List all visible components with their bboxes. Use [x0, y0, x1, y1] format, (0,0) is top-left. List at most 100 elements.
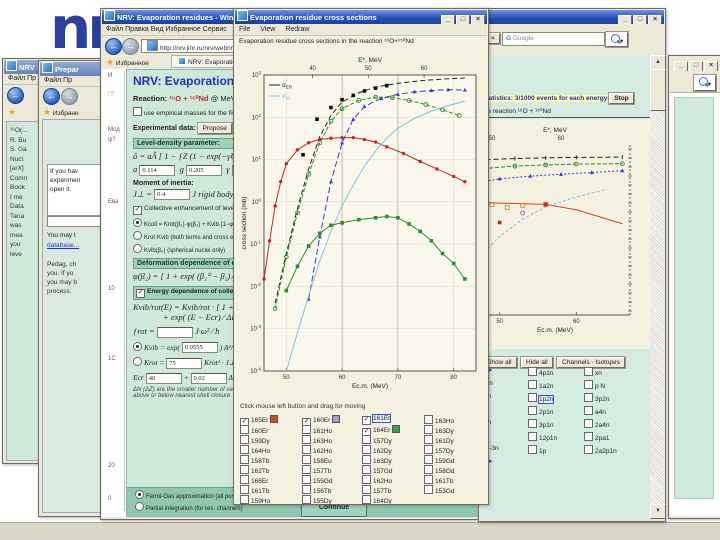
empirical-masses-checkbox[interactable]	[133, 107, 142, 116]
isotope-checkbox[interactable]	[240, 485, 249, 494]
stop-button[interactable]: Stop	[608, 92, 635, 105]
minimize-button[interactable]: _	[674, 61, 688, 71]
back-button[interactable]: ←	[105, 38, 122, 55]
channel-checkbox[interactable]	[584, 419, 593, 428]
isotope-checkbox[interactable]	[362, 455, 371, 464]
isotope-item[interactable]: 162Dy	[362, 445, 392, 455]
search-input[interactable]: G Google	[502, 32, 605, 46]
isotope-item[interactable]: 156Tb	[302, 485, 331, 495]
channel-item[interactable]: 2p1n	[528, 406, 553, 416]
window-titlebar[interactable]: Evaporation residue cross sections _ □ ×	[235, 10, 487, 24]
channel-item[interactable]: 2a4n	[584, 419, 609, 429]
isotope-checkbox[interactable]	[424, 415, 433, 424]
param-a-input[interactable]: 0.114	[139, 164, 176, 176]
isotope-item[interactable]: 158Eu	[302, 455, 332, 465]
back-button[interactable]: ←	[43, 88, 60, 105]
isotope-item[interactable]: 163Ho	[302, 435, 332, 445]
scrollbar-thumb[interactable]	[650, 69, 666, 111]
isotope-item[interactable]: 166Er	[240, 475, 268, 485]
isotope-item[interactable]: 159Ho	[240, 495, 270, 505]
isotope-item[interactable]: 160Er	[240, 425, 268, 435]
isotope-checkbox[interactable]	[302, 495, 311, 504]
isotope-item[interactable]: 161Tb	[240, 485, 269, 495]
isotope-checkbox[interactable]	[424, 435, 433, 444]
isotope-item[interactable]: 164Ho	[240, 445, 270, 455]
maximize-button[interactable]: □	[456, 15, 470, 24]
channel-checkbox[interactable]	[528, 419, 537, 428]
isotope-checkbox[interactable]	[424, 485, 433, 494]
favorites-bar[interactable]: ★ Избранное	[106, 57, 149, 68]
isotope-item[interactable]: 159Dy	[240, 435, 270, 445]
isotope-item[interactable]: 163Dy	[362, 455, 392, 465]
window-titlebar[interactable]: _ □ ×	[480, 10, 664, 24]
param-g-input[interactable]: 0.205	[186, 164, 222, 176]
minimize-button[interactable]: _	[441, 15, 455, 24]
isotope-checkbox[interactable]	[362, 475, 371, 484]
kcoll-radio-1[interactable]	[133, 218, 142, 228]
frot-input[interactable]	[156, 326, 193, 338]
isotope-checkbox[interactable]	[302, 475, 311, 484]
isotope-item[interactable]: 158Tb	[240, 455, 269, 465]
isotope-checkbox[interactable]	[302, 435, 311, 444]
isotope-checkbox[interactable]	[362, 485, 371, 494]
isotope-item[interactable]: 161Ho	[302, 425, 332, 435]
isotope-checkbox[interactable]	[240, 495, 249, 504]
kcoll-radio-3[interactable]	[133, 244, 142, 254]
isotope-checkbox[interactable]	[302, 445, 311, 454]
isotope-checkbox[interactable]	[302, 455, 311, 464]
isotope-checkbox[interactable]	[240, 435, 249, 444]
channel-item[interactable]: xn	[584, 367, 602, 377]
isotope-checkbox[interactable]	[240, 445, 249, 454]
window-titlebar[interactable]: _ □ ×	[670, 57, 720, 71]
maximize-button[interactable]: □	[633, 15, 647, 24]
krot-input[interactable]: 75	[166, 358, 203, 370]
channel-checkbox[interactable]	[528, 367, 537, 376]
ecr-input-2[interactable]: 0.02	[190, 373, 227, 385]
isotope-checkbox[interactable]	[240, 425, 249, 434]
isotope-item[interactable]: 162Ho	[302, 445, 332, 455]
krot-radio[interactable]	[133, 357, 142, 367]
kvib-radio[interactable]	[133, 341, 142, 351]
isotope-item[interactable]: 153Gd	[424, 485, 455, 495]
favorites-star-icon[interactable]: ★	[8, 107, 16, 118]
isotope-item[interactable]: 163Dy	[424, 425, 454, 435]
isotope-item[interactable]: 163Ho	[424, 415, 454, 425]
isotope-item[interactable]: 158Gd	[424, 465, 455, 475]
isotope-checkbox[interactable]	[362, 465, 371, 474]
favorites-bar[interactable]: ★ Избранн	[43, 107, 79, 118]
menu-item-redraw[interactable]: Redraw	[285, 26, 309, 33]
isotope-item[interactable]: 162Tb	[240, 465, 269, 475]
channel-checkbox[interactable]	[528, 406, 537, 415]
channel-checkbox[interactable]	[584, 406, 593, 415]
propose-button[interactable]: Propose	[196, 122, 233, 135]
statistics-chart[interactable]: 4550605060E*, MeVEc.m. (MeV)	[480, 119, 650, 349]
vertical-scrollbar[interactable]: ▲ ▼	[650, 55, 666, 519]
isotope-checkbox[interactable]	[424, 465, 433, 474]
isotope-checkbox[interactable]	[240, 465, 249, 474]
energy-dependence-checkbox[interactable]: ✓	[136, 289, 145, 299]
database-link[interactable]: database...	[47, 242, 79, 249]
forward-button[interactable]: →	[61, 88, 78, 105]
kcoll-radio-2[interactable]	[133, 231, 142, 241]
isotope-item[interactable]: 155Gd	[302, 475, 333, 485]
channel-checkbox[interactable]	[584, 367, 593, 376]
isotope-checkbox[interactable]	[424, 425, 433, 434]
close-button[interactable]: ×	[648, 15, 662, 24]
close-button[interactable]: ×	[704, 61, 718, 71]
isotope-item[interactable]: 157Dy	[362, 435, 392, 445]
isotope-checkbox[interactable]: ✓	[362, 416, 371, 425]
isotope-checkbox[interactable]	[424, 445, 433, 454]
channel-item[interactable]: 2pa1	[584, 432, 609, 442]
channel-checkbox[interactable]	[584, 393, 593, 402]
channel-item[interactable]: 3p1n	[528, 419, 553, 429]
isotope-item[interactable]: 157Tb	[362, 485, 391, 495]
channel-item[interactable]: 3p2n	[584, 393, 609, 403]
channel-item[interactable]: a4n	[584, 406, 606, 416]
channel-checkbox[interactable]	[584, 380, 593, 389]
maximize-button[interactable]: □	[689, 61, 703, 71]
isotope-item[interactable]: 157Tb	[302, 465, 331, 475]
isotope-item[interactable]: 159Gd	[424, 455, 455, 465]
channel-checkbox[interactable]	[528, 432, 537, 441]
channel-item[interactable]: 1p2n	[528, 393, 555, 404]
isotope-item[interactable]: 164Dy	[362, 495, 392, 505]
